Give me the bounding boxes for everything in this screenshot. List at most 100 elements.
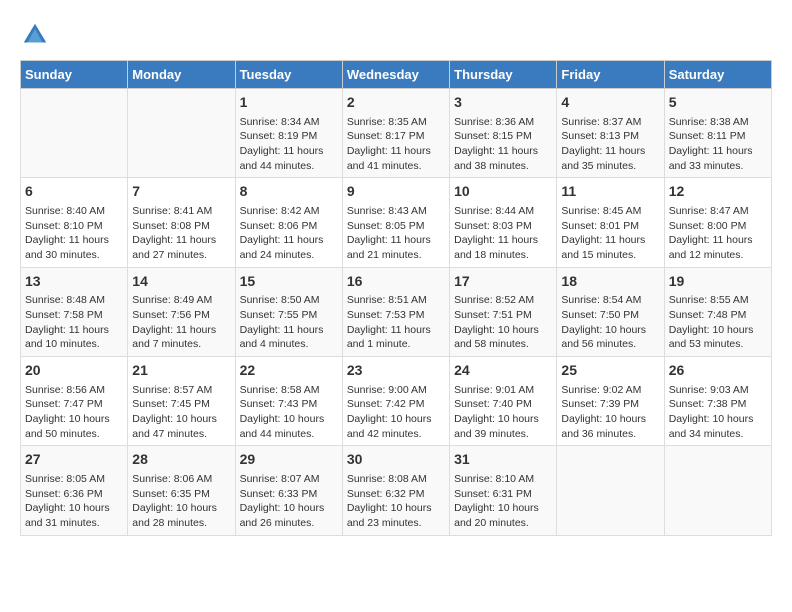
calendar-cell: 31Sunrise: 8:10 AM Sunset: 6:31 PM Dayli… (450, 446, 557, 535)
day-info: Sunrise: 8:52 AM Sunset: 7:51 PM Dayligh… (454, 293, 552, 352)
day-number: 30 (347, 450, 445, 470)
day-number: 8 (240, 182, 338, 202)
day-info: Sunrise: 8:08 AM Sunset: 6:32 PM Dayligh… (347, 472, 445, 531)
day-info: Sunrise: 8:55 AM Sunset: 7:48 PM Dayligh… (669, 293, 767, 352)
day-info: Sunrise: 8:47 AM Sunset: 8:00 PM Dayligh… (669, 204, 767, 263)
day-number: 28 (132, 450, 230, 470)
weekday-header-thursday: Thursday (450, 61, 557, 89)
calendar-cell: 27Sunrise: 8:05 AM Sunset: 6:36 PM Dayli… (21, 446, 128, 535)
day-info: Sunrise: 8:41 AM Sunset: 8:08 PM Dayligh… (132, 204, 230, 263)
week-row-5: 27Sunrise: 8:05 AM Sunset: 6:36 PM Dayli… (21, 446, 772, 535)
day-number: 21 (132, 361, 230, 381)
day-number: 6 (25, 182, 123, 202)
day-info: Sunrise: 8:34 AM Sunset: 8:19 PM Dayligh… (240, 115, 338, 174)
day-info: Sunrise: 8:57 AM Sunset: 7:45 PM Dayligh… (132, 383, 230, 442)
weekday-header-wednesday: Wednesday (342, 61, 449, 89)
weekday-header-sunday: Sunday (21, 61, 128, 89)
calendar-cell: 22Sunrise: 8:58 AM Sunset: 7:43 PM Dayli… (235, 357, 342, 446)
calendar-cell: 10Sunrise: 8:44 AM Sunset: 8:03 PM Dayli… (450, 178, 557, 267)
calendar-cell: 20Sunrise: 8:56 AM Sunset: 7:47 PM Dayli… (21, 357, 128, 446)
day-info: Sunrise: 9:02 AM Sunset: 7:39 PM Dayligh… (561, 383, 659, 442)
day-number: 25 (561, 361, 659, 381)
day-number: 1 (240, 93, 338, 113)
day-info: Sunrise: 8:38 AM Sunset: 8:11 PM Dayligh… (669, 115, 767, 174)
calendar-cell: 9Sunrise: 8:43 AM Sunset: 8:05 PM Daylig… (342, 178, 449, 267)
day-info: Sunrise: 8:06 AM Sunset: 6:35 PM Dayligh… (132, 472, 230, 531)
calendar-cell: 1Sunrise: 8:34 AM Sunset: 8:19 PM Daylig… (235, 89, 342, 178)
day-number: 5 (669, 93, 767, 113)
weekday-header-tuesday: Tuesday (235, 61, 342, 89)
day-info: Sunrise: 9:01 AM Sunset: 7:40 PM Dayligh… (454, 383, 552, 442)
week-row-4: 20Sunrise: 8:56 AM Sunset: 7:47 PM Dayli… (21, 357, 772, 446)
calendar-cell: 30Sunrise: 8:08 AM Sunset: 6:32 PM Dayli… (342, 446, 449, 535)
week-row-1: 1Sunrise: 8:34 AM Sunset: 8:19 PM Daylig… (21, 89, 772, 178)
day-info: Sunrise: 8:37 AM Sunset: 8:13 PM Dayligh… (561, 115, 659, 174)
calendar-cell: 3Sunrise: 8:36 AM Sunset: 8:15 PM Daylig… (450, 89, 557, 178)
day-number: 19 (669, 272, 767, 292)
day-number: 14 (132, 272, 230, 292)
day-number: 23 (347, 361, 445, 381)
day-info: Sunrise: 8:42 AM Sunset: 8:06 PM Dayligh… (240, 204, 338, 263)
day-info: Sunrise: 8:45 AM Sunset: 8:01 PM Dayligh… (561, 204, 659, 263)
day-info: Sunrise: 8:58 AM Sunset: 7:43 PM Dayligh… (240, 383, 338, 442)
day-info: Sunrise: 8:49 AM Sunset: 7:56 PM Dayligh… (132, 293, 230, 352)
calendar-cell: 18Sunrise: 8:54 AM Sunset: 7:50 PM Dayli… (557, 267, 664, 356)
calendar-cell: 6Sunrise: 8:40 AM Sunset: 8:10 PM Daylig… (21, 178, 128, 267)
calendar-cell: 12Sunrise: 8:47 AM Sunset: 8:00 PM Dayli… (664, 178, 771, 267)
day-info: Sunrise: 9:03 AM Sunset: 7:38 PM Dayligh… (669, 383, 767, 442)
calendar-cell: 28Sunrise: 8:06 AM Sunset: 6:35 PM Dayli… (128, 446, 235, 535)
day-info: Sunrise: 8:56 AM Sunset: 7:47 PM Dayligh… (25, 383, 123, 442)
day-info: Sunrise: 8:51 AM Sunset: 7:53 PM Dayligh… (347, 293, 445, 352)
day-number: 2 (347, 93, 445, 113)
day-number: 13 (25, 272, 123, 292)
calendar-cell: 26Sunrise: 9:03 AM Sunset: 7:38 PM Dayli… (664, 357, 771, 446)
day-number: 12 (669, 182, 767, 202)
day-number: 27 (25, 450, 123, 470)
day-info: Sunrise: 8:36 AM Sunset: 8:15 PM Dayligh… (454, 115, 552, 174)
day-info: Sunrise: 8:40 AM Sunset: 8:10 PM Dayligh… (25, 204, 123, 263)
day-info: Sunrise: 8:35 AM Sunset: 8:17 PM Dayligh… (347, 115, 445, 174)
day-info: Sunrise: 9:00 AM Sunset: 7:42 PM Dayligh… (347, 383, 445, 442)
day-info: Sunrise: 8:07 AM Sunset: 6:33 PM Dayligh… (240, 472, 338, 531)
weekday-header-monday: Monday (128, 61, 235, 89)
calendar-cell: 19Sunrise: 8:55 AM Sunset: 7:48 PM Dayli… (664, 267, 771, 356)
calendar-cell: 29Sunrise: 8:07 AM Sunset: 6:33 PM Dayli… (235, 446, 342, 535)
calendar-cell: 24Sunrise: 9:01 AM Sunset: 7:40 PM Dayli… (450, 357, 557, 446)
weekday-header-friday: Friday (557, 61, 664, 89)
day-number: 20 (25, 361, 123, 381)
calendar-cell: 2Sunrise: 8:35 AM Sunset: 8:17 PM Daylig… (342, 89, 449, 178)
calendar-cell (21, 89, 128, 178)
calendar-cell (128, 89, 235, 178)
calendar-cell: 11Sunrise: 8:45 AM Sunset: 8:01 PM Dayli… (557, 178, 664, 267)
day-info: Sunrise: 8:50 AM Sunset: 7:55 PM Dayligh… (240, 293, 338, 352)
calendar-cell: 4Sunrise: 8:37 AM Sunset: 8:13 PM Daylig… (557, 89, 664, 178)
calendar-cell: 13Sunrise: 8:48 AM Sunset: 7:58 PM Dayli… (21, 267, 128, 356)
calendar-cell (557, 446, 664, 535)
day-number: 9 (347, 182, 445, 202)
calendar-cell: 7Sunrise: 8:41 AM Sunset: 8:08 PM Daylig… (128, 178, 235, 267)
calendar-table: SundayMondayTuesdayWednesdayThursdayFrid… (20, 60, 772, 536)
week-row-2: 6Sunrise: 8:40 AM Sunset: 8:10 PM Daylig… (21, 178, 772, 267)
calendar-cell: 8Sunrise: 8:42 AM Sunset: 8:06 PM Daylig… (235, 178, 342, 267)
day-number: 10 (454, 182, 552, 202)
week-row-3: 13Sunrise: 8:48 AM Sunset: 7:58 PM Dayli… (21, 267, 772, 356)
day-number: 29 (240, 450, 338, 470)
calendar-cell: 15Sunrise: 8:50 AM Sunset: 7:55 PM Dayli… (235, 267, 342, 356)
day-number: 22 (240, 361, 338, 381)
day-number: 24 (454, 361, 552, 381)
day-number: 4 (561, 93, 659, 113)
page-header (20, 20, 772, 50)
day-number: 16 (347, 272, 445, 292)
day-info: Sunrise: 8:43 AM Sunset: 8:05 PM Dayligh… (347, 204, 445, 263)
calendar-cell (664, 446, 771, 535)
calendar-cell: 16Sunrise: 8:51 AM Sunset: 7:53 PM Dayli… (342, 267, 449, 356)
weekday-header-saturday: Saturday (664, 61, 771, 89)
day-info: Sunrise: 8:48 AM Sunset: 7:58 PM Dayligh… (25, 293, 123, 352)
calendar-cell: 23Sunrise: 9:00 AM Sunset: 7:42 PM Dayli… (342, 357, 449, 446)
day-info: Sunrise: 8:10 AM Sunset: 6:31 PM Dayligh… (454, 472, 552, 531)
day-info: Sunrise: 8:54 AM Sunset: 7:50 PM Dayligh… (561, 293, 659, 352)
day-info: Sunrise: 8:44 AM Sunset: 8:03 PM Dayligh… (454, 204, 552, 263)
calendar-cell: 5Sunrise: 8:38 AM Sunset: 8:11 PM Daylig… (664, 89, 771, 178)
day-number: 15 (240, 272, 338, 292)
day-number: 31 (454, 450, 552, 470)
